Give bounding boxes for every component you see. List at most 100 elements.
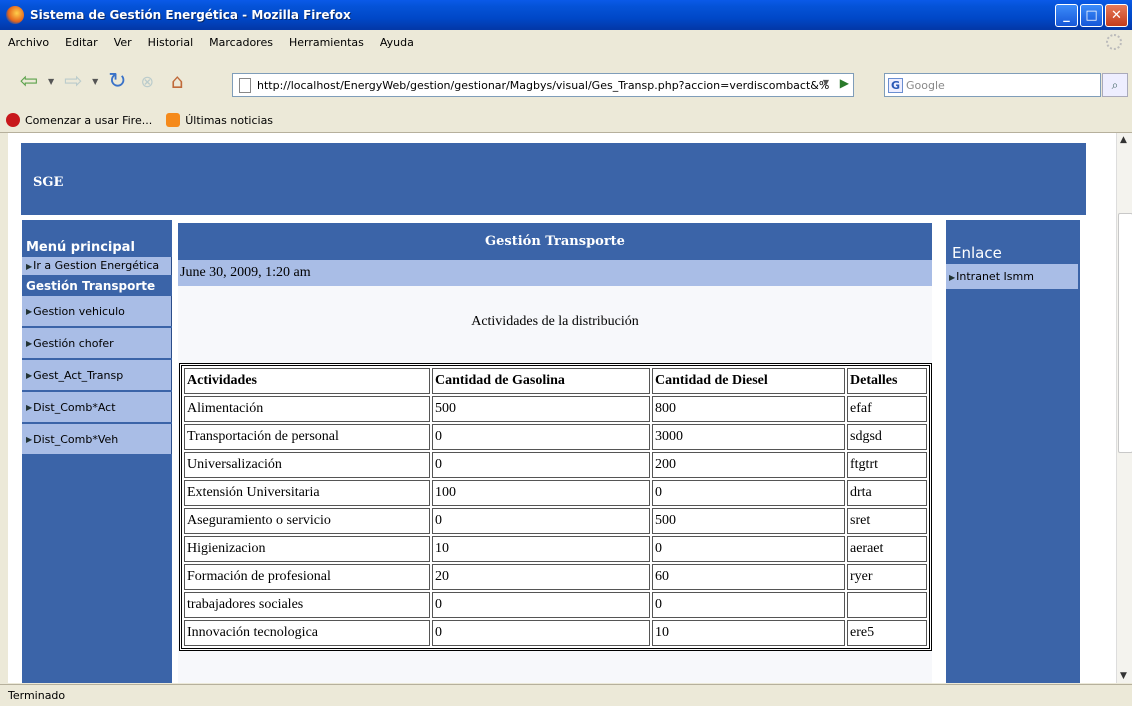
activity-throbber-icon: [1106, 34, 1122, 50]
table-cell: aeraet: [847, 536, 927, 562]
sidebar-item-label: Dist_Comb*Veh: [33, 432, 119, 446]
back-arrow-icon[interactable]: ⇦: [14, 66, 44, 96]
forward-history-dropdown-icon[interactable]: ▼: [92, 77, 98, 86]
column-header: Cantidad de Gasolina: [432, 368, 650, 394]
table-cell: efaf: [847, 396, 927, 422]
table-cell: Universalización: [184, 452, 430, 478]
sidebar-item-label: Gestión chofer: [33, 336, 114, 350]
table-cell: 0: [432, 620, 650, 646]
forward-arrow-icon[interactable]: ⇨: [58, 66, 88, 96]
table-cell: 0: [432, 508, 650, 534]
table-cell: 10: [432, 536, 650, 562]
column-header: Detalles: [847, 368, 927, 394]
sidebar-item-gestion-vehiculo[interactable]: ▶ Gestion vehiculo: [22, 296, 172, 326]
sidebar-item-gest-act-transp[interactable]: ▶ Gest_Act_Transp: [22, 360, 172, 390]
table-cell: ryer: [847, 564, 927, 590]
table-row: Transportación de personal 0 3000 sdgsd: [184, 424, 927, 450]
menu-archivo[interactable]: Archivo: [0, 36, 57, 49]
date-display: June 30, 2009, 1:20 am: [178, 260, 932, 286]
table-cell: ftgtrt: [847, 452, 927, 478]
table-header-row: Actividades Cantidad de Gasolina Cantida…: [184, 368, 927, 394]
table-cell: sdgsd: [847, 424, 927, 450]
table-cell: 200: [652, 452, 845, 478]
address-bar[interactable]: http://localhost/EnergyWeb/gestion/gesti…: [232, 73, 854, 97]
table-row: Extensión Universitaria 100 0 drta: [184, 480, 927, 506]
table-row: Higienizacion 10 0 aeraet: [184, 536, 927, 562]
window-controls: _ □ ✕: [1055, 4, 1128, 27]
table-cell: Innovación tecnologica: [184, 620, 430, 646]
bookmark-getting-started[interactable]: Comenzar a usar Fire...: [6, 113, 152, 127]
activities-table: Actividades Cantidad de Gasolina Cantida…: [179, 363, 932, 651]
table-cell: Alimentación: [184, 396, 430, 422]
sidebar-item-label: Gest_Act_Transp: [33, 368, 124, 382]
back-history-dropdown-icon[interactable]: ▼: [48, 77, 54, 86]
triangle-bullet-icon: ▶: [26, 306, 33, 316]
section-banner: Gestión Transporte: [178, 223, 932, 260]
triangle-bullet-icon: ▶: [26, 338, 33, 348]
page-content: SGE Menú principal ▶Ir a Gestion Energét…: [8, 133, 1116, 683]
table-cell: 500: [652, 508, 845, 534]
table-cell: 60: [652, 564, 845, 590]
column-header: Cantidad de Diesel: [652, 368, 845, 394]
reload-icon[interactable]: ↻: [102, 66, 132, 96]
table-row: Universalización 0 200 ftgtrt: [184, 452, 927, 478]
firefox-logo-icon: [6, 6, 24, 24]
search-placeholder: Google: [906, 78, 945, 92]
sidebar-item-label: Ir a Gestion Energética: [33, 259, 160, 272]
table-cell: ere5: [847, 620, 927, 646]
triangle-bullet-icon: ▶: [26, 370, 33, 380]
table-title: Actividades de la distribución: [471, 314, 639, 329]
triangle-bullet-icon: ▶: [26, 434, 33, 444]
bookmark-label: Comenzar a usar Fire...: [25, 113, 153, 127]
scroll-down-arrow-icon[interactable]: ▼: [1120, 671, 1127, 681]
menu-ver[interactable]: Ver: [106, 36, 140, 49]
go-arrow-icon[interactable]: ▶: [840, 76, 849, 90]
page-icon: [239, 77, 251, 93]
table-cell: 0: [432, 452, 650, 478]
column-header: Actividades: [184, 368, 430, 394]
main-menu-heading: Menú principal: [26, 240, 135, 255]
vertical-scrollbar[interactable]: ▲ ▼: [1116, 133, 1132, 683]
sidebar-item-gestion-chofer[interactable]: ▶ Gestión chofer: [22, 328, 172, 358]
sidebar-item-dist-comb-veh[interactable]: ▶ Dist_Comb*Veh: [22, 424, 172, 454]
table-row: Aseguramiento o servicio 0 500 sret: [184, 508, 927, 534]
bookmark-label: Últimas noticias: [185, 113, 274, 127]
table-cell: Formación de profesional: [184, 564, 430, 590]
stop-icon[interactable]: ⊗: [132, 66, 162, 96]
bookmark-latest-news[interactable]: Últimas noticias: [166, 113, 273, 127]
bookmarks-toolbar: Comenzar a usar Fire... Últimas noticias: [0, 108, 1132, 133]
sidebar-item-dist-comb-act[interactable]: ▶ Dist_Comb*Act: [22, 392, 172, 422]
window-titlebar: Sistema de Gestión Energética - Mozilla …: [0, 0, 1132, 30]
triangle-bullet-icon: ▶: [949, 273, 956, 282]
link-label: Intranet Ismm: [956, 270, 1034, 283]
table-cell: 0: [652, 536, 845, 562]
firefox-bookmark-icon: [6, 113, 20, 127]
menu-herramientas[interactable]: Herramientas: [281, 36, 372, 49]
site-header: SGE: [21, 143, 1086, 215]
search-magnifier-icon[interactable]: ⌕: [1102, 73, 1128, 97]
triangle-bullet-icon: ▶: [26, 262, 33, 271]
menu-marcadores[interactable]: Marcadores: [201, 36, 281, 49]
table-row: trabajadores sociales 0 0: [184, 592, 927, 618]
table-row: Alimentación 500 800 efaf: [184, 396, 927, 422]
sidebar-item-label: Gestion vehiculo: [33, 304, 125, 318]
links-heading: Enlace: [952, 244, 1002, 262]
close-button[interactable]: ✕: [1105, 4, 1128, 27]
search-engine-icon[interactable]: G: [888, 77, 904, 93]
sidebar-item-gestion-energetica[interactable]: ▶Ir a Gestion Energética: [22, 257, 172, 275]
minimize-button[interactable]: _: [1055, 4, 1078, 27]
menu-editar[interactable]: Editar: [57, 36, 106, 49]
link-intranet-ismm[interactable]: ▶Intranet Ismm: [946, 264, 1078, 289]
maximize-button[interactable]: □: [1080, 4, 1103, 27]
url-dropdown-icon[interactable]: ▼: [823, 78, 829, 87]
window-title: Sistema de Gestión Energética - Mozilla …: [30, 8, 351, 22]
menu-ayuda[interactable]: Ayuda: [372, 36, 422, 49]
search-bar[interactable]: G Google: [884, 73, 1101, 97]
home-icon[interactable]: ⌂: [162, 66, 192, 96]
scroll-up-arrow-icon[interactable]: ▲: [1120, 135, 1127, 145]
section-heading: Gestión Transporte: [26, 279, 156, 293]
scrollbar-thumb[interactable]: [1118, 213, 1132, 453]
table-cell: 0: [652, 480, 845, 506]
table-cell: [847, 592, 927, 618]
menu-historial[interactable]: Historial: [140, 36, 201, 49]
